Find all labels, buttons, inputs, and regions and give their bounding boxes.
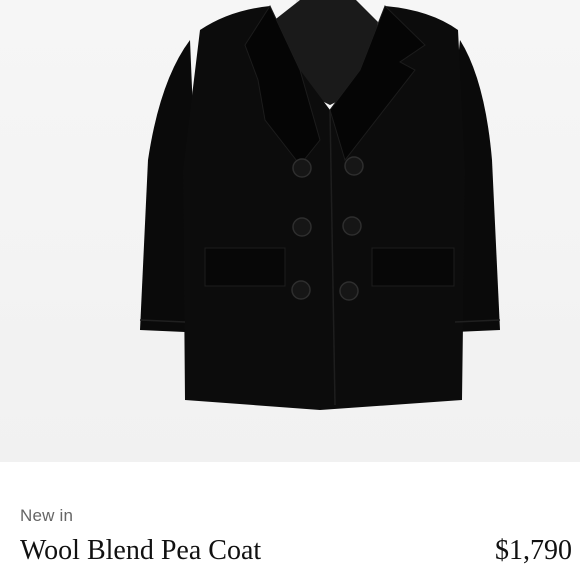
- button-icon: [342, 216, 362, 236]
- button-icon: [292, 217, 312, 237]
- right-pocket-flap: [371, 247, 455, 287]
- button-icon: [339, 281, 359, 301]
- coat-illustration: [139, 0, 501, 410]
- new-in-badge: New in: [20, 506, 74, 525]
- button-icon: [291, 280, 311, 300]
- product-image[interactable]: [0, 0, 580, 462]
- product-price: $1,790: [495, 535, 572, 566]
- product-title[interactable]: Wool Blend Pea Coat: [20, 535, 261, 567]
- button-icon: [344, 156, 364, 176]
- button-icon: [292, 158, 312, 178]
- product-card[interactable]: New in Wool Blend Pea Coat $1,790: [0, 0, 580, 580]
- left-pocket-flap: [204, 247, 286, 287]
